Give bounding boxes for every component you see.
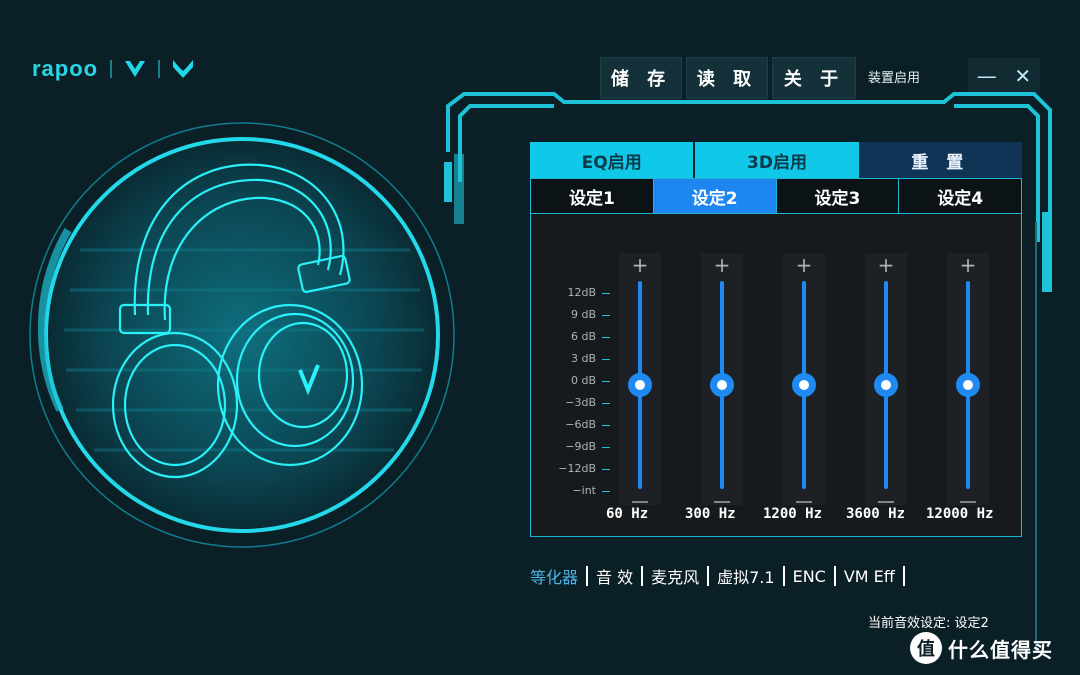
- nav-microphone[interactable]: 麦克风: [645, 564, 705, 588]
- nav-equalizer[interactable]: 等化器: [524, 564, 584, 588]
- feature-nav: 等化器 音 效 麦克风 虚拟7.1 ENC VM Eff: [524, 564, 907, 588]
- db-tick-mark: [602, 469, 610, 470]
- minimize-icon[interactable]: —: [977, 64, 997, 88]
- close-icon[interactable]: ✕: [1014, 64, 1031, 88]
- nav-divider: [782, 566, 785, 586]
- nav-divider: [833, 566, 836, 586]
- tab-preset-1[interactable]: 设定1: [531, 179, 654, 213]
- db-tick: 0 dB: [552, 374, 614, 388]
- minus-icon[interactable]: [878, 501, 894, 503]
- slider-knob[interactable]: [792, 373, 816, 397]
- slider-knob[interactable]: [710, 373, 734, 397]
- db-tick-mark: [602, 403, 610, 404]
- eq-slider-12000hz[interactable]: +: [947, 253, 989, 505]
- db-tick: 3 dB: [552, 352, 614, 366]
- nav-divider: [902, 566, 905, 586]
- db-label: −6dB: [565, 418, 596, 431]
- device-status: 装置启用: [868, 71, 921, 86]
- reset-button[interactable]: 重 置: [858, 142, 1022, 178]
- db-tick-mark: [602, 425, 610, 426]
- eq-slider-60hz[interactable]: +: [619, 253, 661, 505]
- db-label: −int: [572, 484, 596, 497]
- freq-label-3600hz: 3600 Hz: [846, 506, 906, 522]
- db-label: 0 dB: [570, 374, 596, 387]
- slider-knob[interactable]: [874, 373, 898, 397]
- eq-slider-3600hz[interactable]: +: [865, 253, 907, 505]
- db-tick: 6 dB: [552, 330, 614, 344]
- headphone-illustration: [29, 122, 455, 548]
- brand-logo: rapoo: [32, 56, 194, 82]
- plus-icon[interactable]: +: [947, 255, 989, 275]
- eq-slider-1200hz[interactable]: +: [783, 253, 825, 505]
- freq-label-1200hz: 1200 Hz: [763, 506, 823, 522]
- slider-knob[interactable]: [628, 373, 652, 397]
- brand-divider-2: [158, 60, 161, 78]
- plus-icon[interactable]: +: [619, 255, 661, 275]
- db-tick: −12dB: [552, 462, 614, 476]
- db-label: 12dB: [567, 286, 596, 299]
- tab-preset-2[interactable]: 设定2: [653, 179, 777, 213]
- db-tick-mark: [602, 491, 610, 492]
- minus-icon[interactable]: [632, 501, 648, 503]
- db-tick: −9dB: [552, 440, 614, 454]
- v-logo-icon: [125, 61, 146, 77]
- tab-preset-4[interactable]: 设定4: [899, 179, 1021, 213]
- eq-enable-button[interactable]: EQ启用: [530, 142, 696, 178]
- db-tick-mark: [602, 293, 610, 294]
- nav-vm-eff[interactable]: VM Eff: [838, 567, 901, 586]
- nav-virtual-7-1[interactable]: 虚拟7.1: [711, 564, 780, 588]
- nav-divider: [707, 566, 710, 586]
- watermark: 值 什么值得买: [910, 632, 1053, 664]
- tab-preset-3[interactable]: 设定3: [776, 179, 900, 213]
- eq-slider-300hz[interactable]: +: [701, 253, 743, 505]
- db-label: −12dB: [558, 462, 596, 475]
- db-tick-mark: [602, 447, 610, 448]
- db-tick: 12dB: [552, 286, 614, 300]
- minus-icon[interactable]: [960, 501, 976, 503]
- window-controls: — ✕: [968, 58, 1040, 94]
- minus-icon[interactable]: [714, 501, 730, 503]
- mode-bar: EQ启用 3D启用 重 置: [530, 142, 1022, 178]
- brand-name: rapoo: [32, 56, 99, 81]
- db-tick-mark: [602, 337, 610, 338]
- slider-knob[interactable]: [956, 373, 980, 397]
- nav-enc[interactable]: ENC: [787, 567, 832, 586]
- db-tick: −int: [552, 484, 614, 498]
- preset-tabs: 设定1 设定2 设定3 设定4: [530, 178, 1022, 214]
- plus-icon[interactable]: +: [701, 255, 743, 275]
- freq-label-300hz: 300 Hz: [685, 506, 736, 522]
- db-scale: 12dB 9 dB 6 dB 3 dB 0 dB −3dB −6dB −9dB …: [552, 282, 614, 502]
- freq-label-12000hz: 12000 Hz: [926, 506, 994, 522]
- 3d-enable-button[interactable]: 3D启用: [695, 142, 859, 178]
- watermark-badge: 值: [910, 632, 942, 664]
- db-tick: −6dB: [552, 418, 614, 432]
- v-shield-icon: [173, 60, 194, 78]
- minus-icon[interactable]: [796, 501, 812, 503]
- db-tick-mark: [602, 359, 610, 360]
- db-tick: 9 dB: [552, 308, 614, 322]
- db-tick-mark: [602, 381, 610, 382]
- watermark-text: 什么值得买: [948, 637, 1053, 662]
- db-label: 6 dB: [570, 330, 596, 343]
- db-label: 3 dB: [570, 352, 596, 365]
- plus-icon[interactable]: +: [783, 255, 825, 275]
- nav-divider: [641, 566, 644, 586]
- nav-sound-effects[interactable]: 音 效: [590, 564, 639, 588]
- db-label: −9dB: [565, 440, 596, 453]
- freq-label-60hz: 60 Hz: [606, 506, 649, 522]
- current-preset-status: 当前音效设定: 设定2: [868, 616, 989, 631]
- brand-divider: [110, 60, 113, 78]
- db-label: −3dB: [565, 396, 596, 409]
- db-tick-mark: [602, 315, 610, 316]
- db-label: 9 dB: [570, 308, 596, 321]
- nav-divider: [586, 566, 589, 586]
- db-tick: −3dB: [552, 396, 614, 410]
- plus-icon[interactable]: +: [865, 255, 907, 275]
